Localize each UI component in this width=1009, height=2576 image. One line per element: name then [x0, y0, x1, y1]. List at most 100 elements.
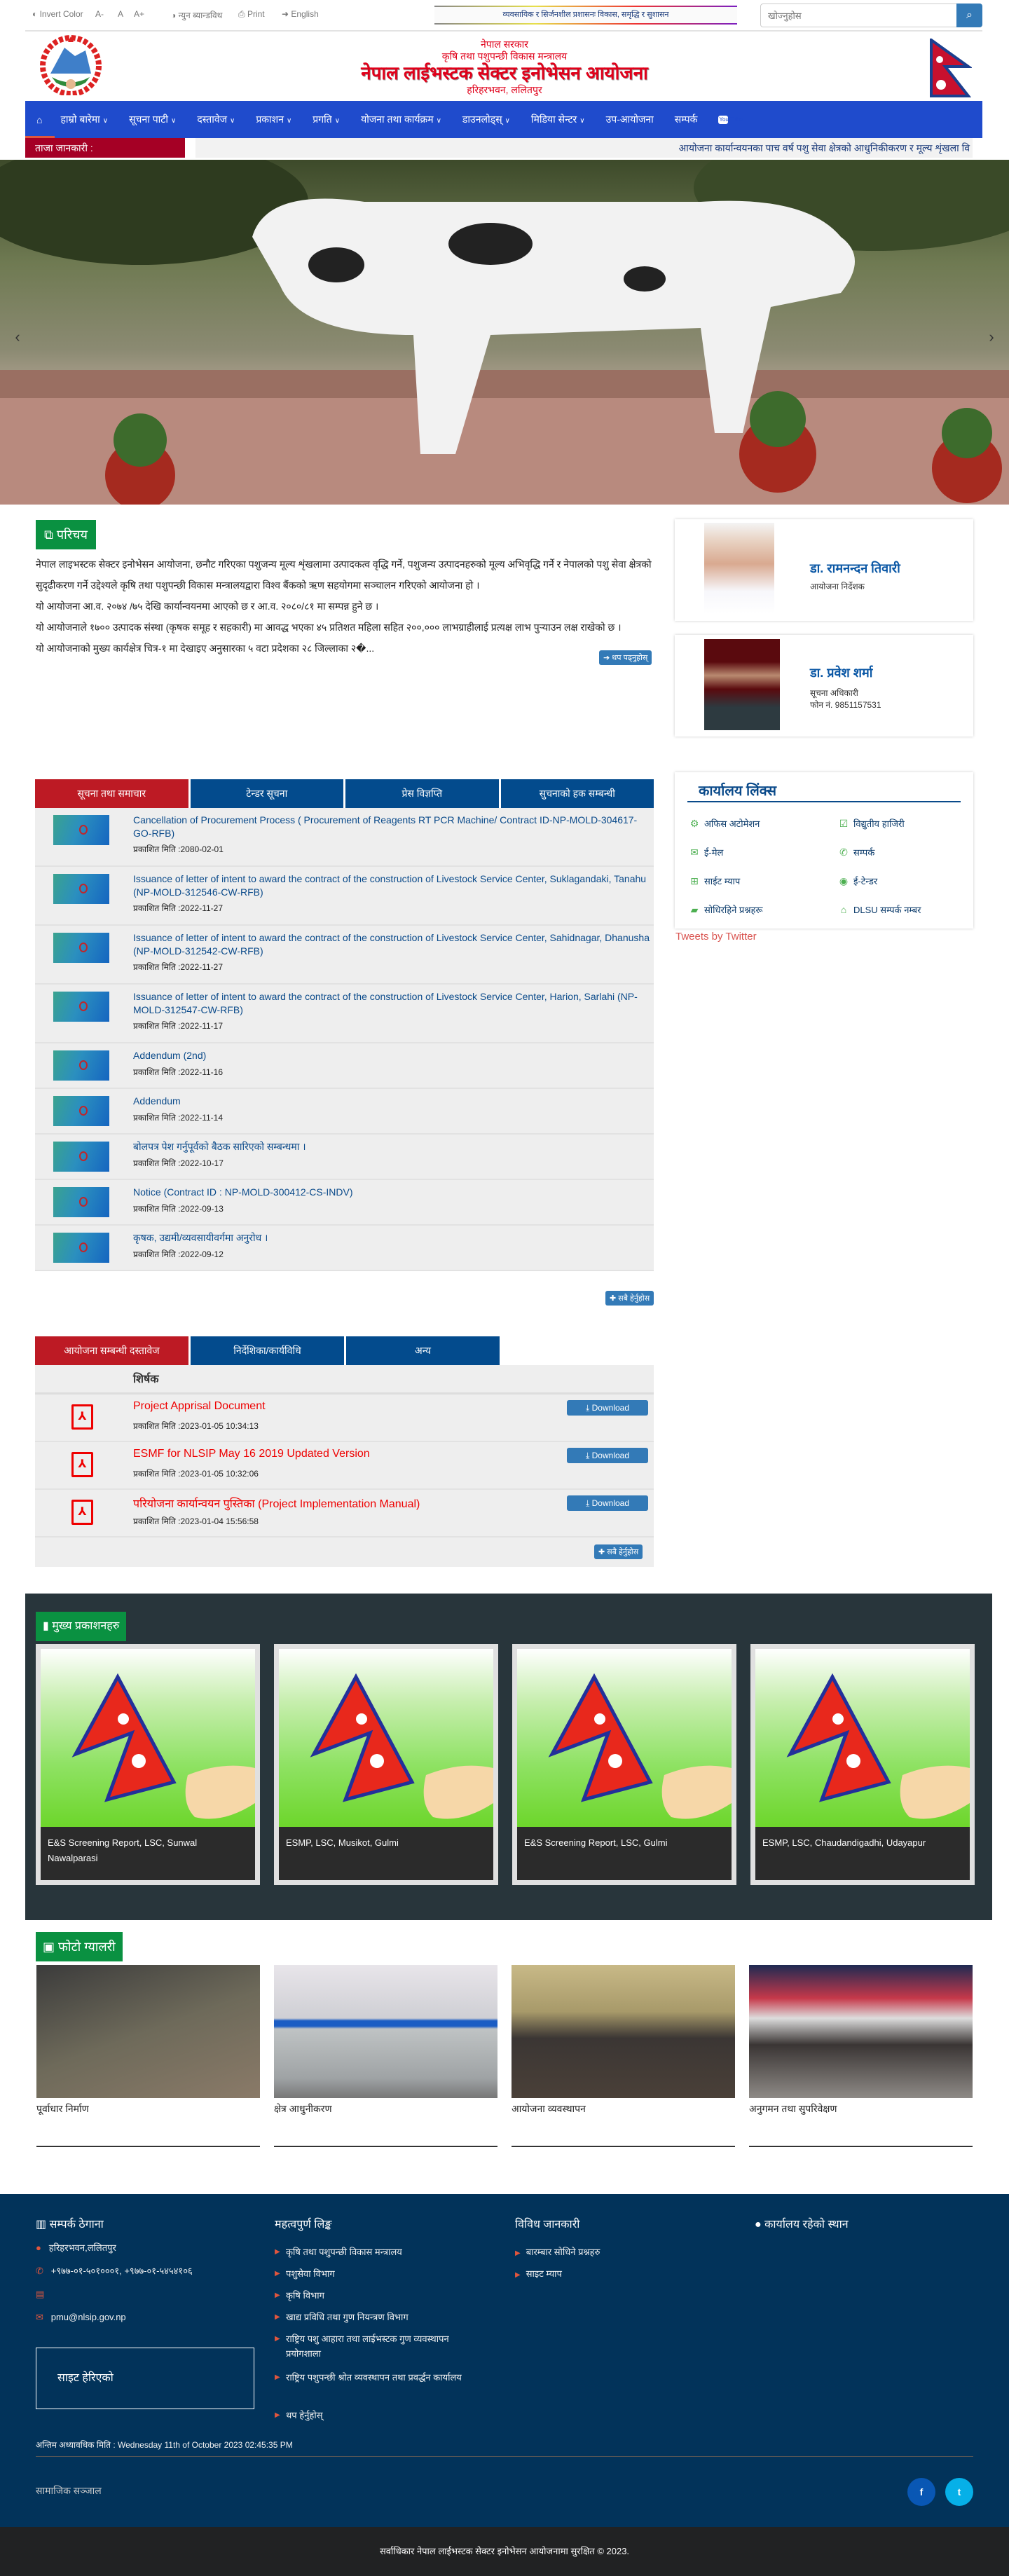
date-label: प्रकाशित मिति :	[133, 1158, 181, 1168]
nav-progress[interactable]: प्रगति ∨	[313, 113, 340, 126]
news-ticker[interactable]: आयोजना कार्यान्वयनका पाच वर्ष पशु सेवा क…	[195, 138, 973, 158]
office-link[interactable]: ⚙ अफिस अटोमेशन	[688, 817, 760, 830]
gallery-caption[interactable]: क्षेत्र आधुनीकरण	[274, 2102, 332, 2116]
slider-next-button[interactable]: ›	[981, 328, 1002, 346]
font-normal-button[interactable]: A	[118, 9, 123, 19]
download-button[interactable]: ⤓ Download	[567, 1495, 648, 1511]
office-link[interactable]: ▰ सोधिरहिने प्रश्नहरू	[688, 903, 763, 916]
official-name: डा. प्रवेश शर्मा	[810, 666, 873, 680]
documents-table: शिर्षक ⅄ Project Apprisal Document प्रकाशि…	[35, 1365, 654, 1567]
notice-thumbnail[interactable]	[53, 1187, 109, 1217]
notice-thumbnail[interactable]	[53, 1096, 109, 1126]
tab-news[interactable]: सूचना तथा समाचार	[35, 779, 188, 808]
notice-title-link[interactable]: Issuance of letter of intent to award th…	[133, 872, 652, 899]
font-decrease-button[interactable]: A-	[95, 9, 104, 19]
gallery-caption[interactable]: पूर्वाधार निर्माण	[36, 2102, 89, 2116]
publication-card[interactable]: ESMP, LSC, Musikot, Gulmi	[274, 1644, 498, 1885]
footer-link[interactable]: ▶ कृषि तथा पशुपन्छी विकास मन्त्रालय	[275, 2245, 485, 2259]
publication-card[interactable]: E&S Screening Report, LSC, Gulmi	[512, 1644, 736, 1885]
document-title-link[interactable]: ESMF for NLSIP May 16 2019 Updated Versi…	[133, 1448, 370, 1460]
tab-press-release[interactable]: प्रेस विज्ञप्ति	[345, 779, 499, 808]
notice-title-link[interactable]: Cancellation of Procurement Process ( Pr…	[133, 814, 652, 840]
notice-thumbnail[interactable]	[53, 1050, 109, 1081]
hero-slider[interactable]: ‹ ›	[0, 160, 1009, 505]
office-link[interactable]: ✆ सम्पर्क	[837, 846, 874, 858]
gallery-caption[interactable]: अनुगमन तथा सुपरिवेक्षण	[749, 2102, 837, 2116]
footer-link[interactable]: ▶ राष्ट्रिय पशु आहारा तथा लाईभस्टक गुण व्…	[275, 2331, 485, 2361]
notice-thumbnail[interactable]	[53, 933, 109, 963]
notice-thumbnail[interactable]	[53, 874, 109, 904]
notice-thumbnail[interactable]	[53, 1233, 109, 1263]
footer-misc-link[interactable]: ▶ बारम्बार सोधिने प्रश्नहरु	[515, 2245, 600, 2261]
footer-link[interactable]: ▶ कृषि विभाग	[275, 2288, 485, 2303]
nav-about[interactable]: हाम्रो बारेमा ∨	[60, 113, 108, 126]
office-link[interactable]: ⊞ साईट म्याप	[688, 875, 740, 887]
notice-thumbnail[interactable]	[53, 815, 109, 845]
email-item[interactable]: ✉ pmu@nlsip.gov.np	[36, 2310, 126, 2324]
contact-heading: ▥ सम्पर्क ठेगाना	[36, 2216, 104, 2231]
nav-media-center[interactable]: मिडिया सेन्टर ∨	[531, 113, 585, 126]
notice-title-link[interactable]: Addendum (2nd)	[133, 1049, 652, 1062]
nav-sub-project[interactable]: उप-आयोजना	[606, 113, 654, 126]
gallery-photo[interactable]	[274, 1965, 497, 2098]
publication-thumbnail-flag	[517, 1649, 732, 1827]
nav-publications[interactable]: प्रकाशन ∨	[256, 113, 291, 126]
notice-thumbnail[interactable]	[53, 1142, 109, 1172]
facebook-icon[interactable]: f	[907, 2478, 935, 2506]
download-button[interactable]: ⤓ Download	[567, 1448, 648, 1463]
tab-project-documents[interactable]: आयोजना सम्बन्धी दस्तावेज	[35, 1336, 188, 1365]
nav-downloads[interactable]: डाउनलोड्स् ∨	[462, 113, 510, 126]
gallery-photo[interactable]	[749, 1965, 973, 2098]
office-link[interactable]: ⌂ DLSU सम्पर्क नम्बर	[837, 903, 921, 916]
notice-title-link[interactable]: Addendum	[133, 1095, 652, 1108]
nav-documents[interactable]: दस्तावेज ∨	[197, 113, 235, 126]
invert-color-button[interactable]: ◐ Invert Color	[32, 9, 83, 19]
twitter-timeline-link[interactable]: Tweets by Twitter	[675, 931, 757, 943]
print-button[interactable]: ⎙ Print	[238, 9, 265, 20]
document-title-link[interactable]: Project Apprisal Document	[133, 1400, 266, 1413]
download-label: Download	[591, 1403, 629, 1413]
publication-thumbnail-flag	[755, 1649, 970, 1827]
font-increase-button[interactable]: A+	[134, 9, 144, 19]
twitter-icon[interactable]: t	[945, 2478, 973, 2506]
home-icon[interactable]: ⌂	[36, 114, 42, 125]
notice-title-link[interactable]: Issuance of letter of intent to award th…	[133, 931, 652, 958]
gallery-photo[interactable]	[36, 1965, 260, 2098]
tab-tender[interactable]: टेन्डर सूचना	[190, 779, 343, 808]
office-link[interactable]: ✉ ई-मेल	[688, 846, 723, 858]
view-all-documents-button[interactable]: ✚ सबै हेर्नुहोस	[594, 1544, 643, 1559]
nav-contact[interactable]: सम्पर्क	[675, 113, 698, 126]
search-button[interactable]: ⌕	[956, 4, 982, 27]
document-title-link[interactable]: परियोजना कार्यान्वयन पुस्तिका (Project I…	[133, 1495, 420, 1511]
search-input[interactable]	[760, 4, 982, 27]
youtube-icon[interactable]: You Tube	[718, 115, 743, 124]
tab-guidelines[interactable]: निर्देशिका/कार्यविधि	[191, 1336, 344, 1365]
view-all-notices-button[interactable]: ✚ सबै हेर्नुहोस	[605, 1291, 654, 1306]
download-button[interactable]: ⤓ Download	[567, 1400, 648, 1416]
notice-title-link[interactable]: Issuance of letter of intent to award th…	[133, 990, 652, 1017]
publication-card[interactable]: ESMP, LSC, Chaudandigadhi, Udayapur	[750, 1644, 975, 1885]
nav-notice-board[interactable]: सूचना पाटी ∨	[129, 113, 176, 126]
invert-label: Invert Color	[39, 9, 83, 19]
notice-thumbnail[interactable]	[53, 992, 109, 1022]
publication-card[interactable]: E&S Screening Report, LSC, Sunwal Nawalp…	[36, 1644, 260, 1885]
footer-misc-link[interactable]: ▶ साइट म्याप	[515, 2266, 562, 2282]
gallery-caption[interactable]: आयोजना व्यवस्थापन	[512, 2102, 586, 2116]
footer-link[interactable]: ▶ पशुसेवा विभाग	[275, 2266, 485, 2281]
footer-link[interactable]: ▶ खाद्य प्रविधि तथा गुण नियन्त्रण विभाग	[275, 2310, 485, 2324]
tab-other[interactable]: अन्य	[346, 1336, 500, 1365]
footer-link[interactable]: ▶ थप हेर्नुहोस्	[275, 2408, 485, 2423]
read-more-button[interactable]: ➔ थप पढ्नुहोस्	[599, 650, 652, 665]
notice-title-link[interactable]: बोलपत्र पेश गर्नुपूर्वको बैठक सारिएको सम…	[133, 1140, 652, 1153]
notice-title-link[interactable]: कृषक, उद्यमी/व्यवसायीवर्गमा अनुरोध ।	[133, 1231, 652, 1245]
notice-title-link[interactable]: Notice (Contract ID : NP-MOLD-300412-CS-…	[133, 1186, 652, 1199]
low-bandwidth-button[interactable]: ◑ न्युन ब्यान्डविथ	[171, 9, 222, 21]
footer-link[interactable]: ▶ राष्ट्रिय पशुपन्छी श्रोत व्यवस्थापन तथा…	[275, 2370, 485, 2385]
slider-prev-button[interactable]: ‹	[7, 328, 28, 346]
gallery-photo[interactable]	[512, 1965, 735, 2098]
nav-plans-programs[interactable]: योजना तथा कार्यक्रम ∨	[361, 113, 441, 126]
office-link[interactable]: ☑ विद्युतीय हाजिरी	[837, 817, 905, 830]
tab-right-to-information[interactable]: सुचनाको हक सम्बन्धी	[500, 779, 654, 808]
language-button[interactable]: ➜ English	[282, 9, 319, 19]
office-link[interactable]: ◉ ई-टेन्डर	[837, 875, 877, 887]
